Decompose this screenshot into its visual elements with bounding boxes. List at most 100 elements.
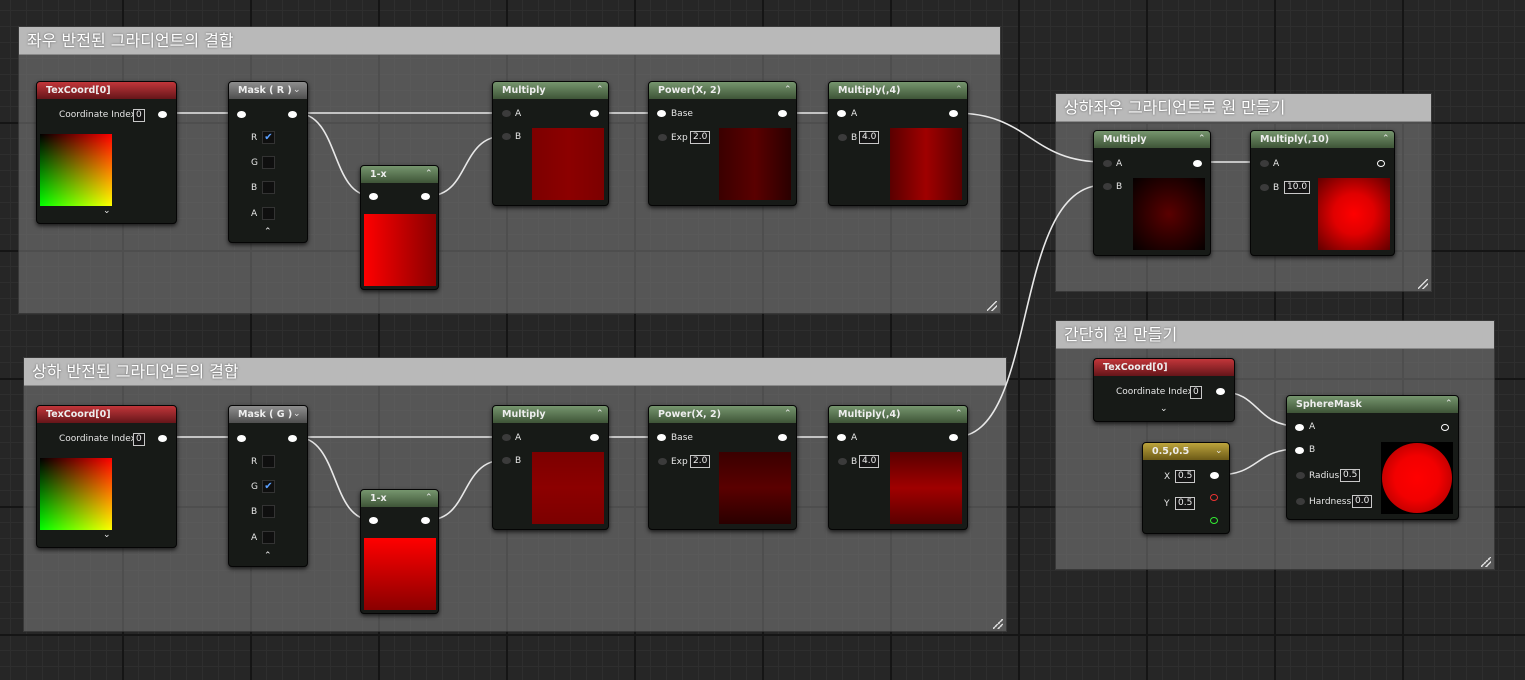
multiply4-node-top[interactable]: Multiply(,4) ⌃ A B 4.0 — [828, 81, 968, 206]
output-pin[interactable] — [158, 111, 167, 118]
b-value-field[interactable]: 10.0 — [1284, 181, 1311, 194]
power-node-top[interactable]: Power(X, 2) ⌃ Base Exp 2.0 — [648, 81, 797, 206]
output-pin[interactable] — [421, 193, 430, 200]
output-pin[interactable] — [421, 517, 430, 524]
comment-bottom-title[interactable]: 상하 반전된 그라디언트의 결합 — [24, 358, 1006, 386]
channel-a-checkbox[interactable] — [262, 207, 275, 220]
chevron-up-icon[interactable]: ⌃ — [1382, 133, 1390, 145]
input-pin[interactable] — [369, 517, 378, 524]
chevron-up-icon[interactable]: ⌃ — [1198, 133, 1206, 145]
chevron-down-icon[interactable]: ⌄ — [293, 408, 301, 420]
output-pin[interactable] — [1210, 472, 1219, 479]
chevron-down-icon[interactable]: ⌄ — [1160, 404, 1168, 414]
resize-handle-icon[interactable] — [993, 619, 1003, 629]
output-pin[interactable] — [590, 110, 599, 117]
chevron-down-icon[interactable]: ⌄ — [1215, 445, 1223, 457]
multiply-node-top[interactable]: Multiply ⌃ A B — [492, 81, 609, 206]
channel-b-checkbox[interactable] — [262, 505, 275, 518]
multiply-node-bottom[interactable]: Multiply ⌃ A B — [492, 405, 609, 530]
texcoord-node-top[interactable]: TexCoord[0] Coordinate Index 0 ⌄ — [36, 81, 177, 224]
chevron-up-icon[interactable]: ⌃ — [955, 84, 963, 96]
channel-r-checkbox[interactable]: ✔ — [262, 131, 275, 144]
input-pin-b[interactable] — [838, 458, 847, 465]
input-pin-a[interactable] — [502, 434, 511, 441]
comment-top-title[interactable]: 좌우 반전된 그라디언트의 결합 — [19, 27, 1000, 55]
coordinate-index-field[interactable]: 0 — [133, 433, 145, 446]
multiply4-node-bottom[interactable]: Multiply(,4) ⌃ A B 4.0 — [828, 405, 968, 530]
output-pin-r[interactable] — [1210, 494, 1218, 501]
texcoord-node-bottom[interactable]: TexCoord[0] Coordinate Index 0 ⌄ — [36, 405, 177, 548]
output-pin[interactable] — [949, 110, 958, 117]
output-pin[interactable] — [778, 434, 787, 441]
chevron-down-icon[interactable]: ⌄ — [103, 206, 111, 216]
input-pin[interactable] — [369, 193, 378, 200]
output-pin[interactable] — [288, 435, 297, 442]
chevron-up-icon[interactable]: ⌃ — [264, 551, 272, 561]
output-pin[interactable] — [1377, 160, 1385, 167]
input-pin-a[interactable] — [502, 110, 511, 117]
chevron-down-icon[interactable]: ⌄ — [293, 84, 301, 96]
chevron-up-icon[interactable]: ⌃ — [425, 168, 433, 180]
input-pin-a[interactable] — [837, 434, 846, 441]
input-pin-b[interactable] — [838, 134, 847, 141]
input-pin-base[interactable] — [657, 110, 666, 117]
y-value-field[interactable]: 0.5 — [1175, 497, 1196, 510]
chevron-up-icon[interactable]: ⌃ — [1445, 398, 1453, 410]
input-pin-b[interactable] — [1260, 184, 1269, 191]
input-pin-b[interactable] — [1103, 183, 1112, 190]
channel-b-checkbox[interactable] — [262, 181, 275, 194]
output-pin[interactable] — [288, 111, 297, 118]
power-node-bottom[interactable]: Power(X, 2) ⌃ Base Exp 2.0 — [648, 405, 797, 530]
input-pin-b[interactable] — [502, 133, 511, 140]
channel-a-checkbox[interactable] — [262, 531, 275, 544]
resize-handle-icon[interactable] — [1418, 279, 1428, 289]
input-pin-base[interactable] — [657, 434, 666, 441]
exp-field[interactable]: 2.0 — [690, 131, 711, 144]
input-pin-a[interactable] — [837, 110, 846, 117]
output-pin[interactable] — [158, 435, 167, 442]
comment-right2-title[interactable]: 간단히 원 만들기 — [1056, 321, 1494, 349]
resize-handle-icon[interactable] — [1481, 557, 1491, 567]
spheremask-node[interactable]: SphereMask ⌃ A B Radius 0.5 Hardness 0.0 — [1286, 395, 1459, 520]
comment-right1-title[interactable]: 상하좌우 그라디언트로 원 만들기 — [1056, 94, 1431, 122]
input-pin-a[interactable] — [1260, 160, 1269, 167]
chevron-down-icon[interactable]: ⌄ — [103, 530, 111, 540]
coordinate-index-field[interactable]: 0 — [133, 109, 145, 122]
input-pin-a[interactable] — [1103, 160, 1112, 167]
constant2-node[interactable]: 0.5,0.5 ⌄ X 0.5 Y 0.5 — [1142, 442, 1230, 534]
output-pin[interactable] — [1441, 424, 1449, 431]
input-pin-b[interactable] — [502, 457, 511, 464]
one-minus-node-top[interactable]: 1-x ⌃ — [360, 165, 439, 290]
chevron-up-icon[interactable]: ⌃ — [596, 84, 604, 96]
hardness-field[interactable]: 0.0 — [1352, 495, 1373, 508]
coordinate-index-field[interactable]: 0 — [1190, 386, 1202, 399]
radius-field[interactable]: 0.5 — [1340, 469, 1361, 482]
output-pin-g[interactable] — [1210, 517, 1218, 524]
chevron-up-icon[interactable]: ⌃ — [264, 227, 272, 237]
chevron-up-icon[interactable]: ⌃ — [425, 492, 433, 504]
chevron-up-icon[interactable]: ⌃ — [955, 408, 963, 420]
channel-g-checkbox[interactable]: ✔ — [262, 480, 275, 493]
chevron-up-icon[interactable]: ⌃ — [784, 408, 792, 420]
mask-g-node[interactable]: Mask ( G ) ⌄ R G ✔ B A ⌃ — [228, 405, 308, 567]
input-pin-hardness[interactable] — [1296, 498, 1305, 505]
output-pin[interactable] — [778, 110, 787, 117]
mask-r-node[interactable]: Mask ( R ) ⌄ R ✔ G B A ⌃ — [228, 81, 308, 243]
output-pin[interactable] — [590, 434, 599, 441]
one-minus-node-bottom[interactable]: 1-x ⌃ — [360, 489, 439, 614]
output-pin[interactable] — [1193, 160, 1202, 167]
channel-r-checkbox[interactable] — [262, 455, 275, 468]
chevron-up-icon[interactable]: ⌃ — [784, 84, 792, 96]
x-value-field[interactable]: 0.5 — [1175, 470, 1196, 483]
texcoord-node-simple[interactable]: TexCoord[0] Coordinate Index 0 ⌄ — [1093, 358, 1235, 422]
input-pin[interactable] — [237, 435, 246, 442]
input-pin-exp[interactable] — [658, 134, 667, 141]
resize-handle-icon[interactable] — [987, 301, 997, 311]
channel-g-checkbox[interactable] — [262, 156, 275, 169]
exp-field[interactable]: 2.0 — [690, 455, 711, 468]
output-pin[interactable] — [949, 434, 958, 441]
chevron-up-icon[interactable]: ⌃ — [596, 408, 604, 420]
multiply-node-circle[interactable]: Multiply ⌃ A B — [1093, 130, 1211, 256]
input-pin[interactable] — [237, 111, 246, 118]
b-value-field[interactable]: 4.0 — [859, 455, 880, 468]
